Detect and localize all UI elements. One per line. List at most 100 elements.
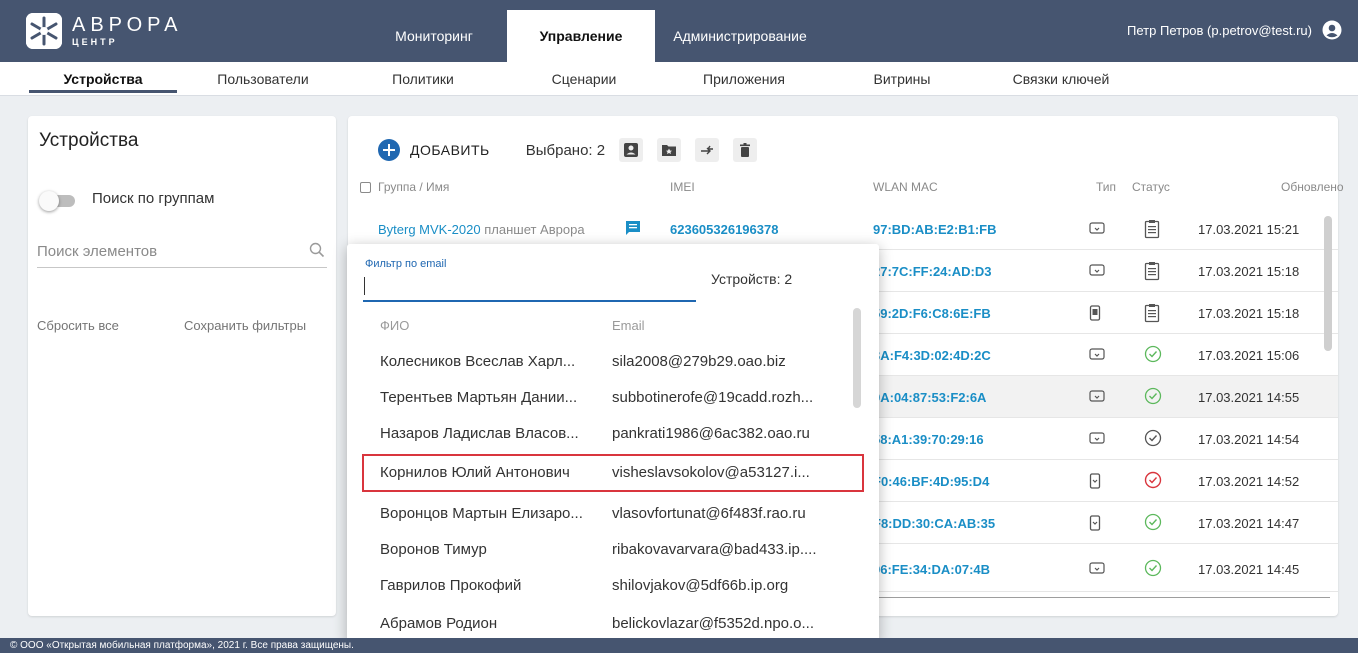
reset-all-link[interactable]: Сбросить все <box>37 318 119 333</box>
phone-icon <box>1089 305 1101 321</box>
tablet-icon <box>1089 432 1105 444</box>
text-caret <box>364 277 365 295</box>
selected-count: Выбрано: 2 <box>525 141 606 159</box>
account-box-icon[interactable] <box>619 138 644 162</box>
col-email[interactable]: Email <box>612 318 645 333</box>
user-email: shilovjakov@5df66b.ip.org <box>612 577 789 594</box>
col-type[interactable]: Тип <box>1096 180 1116 194</box>
logo-subtitle: ЦЕНТР <box>72 37 118 47</box>
swap-icon[interactable] <box>695 138 720 162</box>
user-menu[interactable]: Петр Петров (p.petrov@test.ru) <box>1127 20 1342 40</box>
mac-cell: 96:FE:34:DA:07:4B <box>873 562 991 577</box>
device-description: планшет Аврора <box>484 222 585 237</box>
logo[interactable]: АВРОРА ЦЕНТР <box>26 8 182 54</box>
add-button-label: ДОБАВИТЬ <box>410 142 490 158</box>
table-bottom-divider <box>868 597 1330 598</box>
subnav-policies[interactable]: Политики <box>383 62 463 96</box>
user-list-item[interactable]: Абрамов Родион belickovlazar@f5352d.npo.… <box>347 606 857 642</box>
updated-cell: 17.03.2021 14:52 <box>1198 474 1300 489</box>
account-circle-icon <box>1322 20 1342 40</box>
user-email: subbotinerofe@19cadd.rozh... <box>612 389 814 406</box>
save-filters-link[interactable]: Сохранить фильтры <box>184 318 306 333</box>
col-fio[interactable]: ФИО <box>380 318 409 333</box>
user-fio: Воронов Тимур <box>380 541 487 558</box>
user-fio: Назаров Ладислав Власов... <box>380 425 579 442</box>
folder-star-icon[interactable] <box>657 138 682 162</box>
updated-cell: 17.03.2021 15:18 <box>1198 306 1300 321</box>
search-icon[interactable] <box>309 242 325 258</box>
group-search-toggle[interactable] <box>39 191 77 211</box>
subnav-keychains[interactable]: Связки ключей <box>1001 62 1121 96</box>
user-fio: Корнилов Юлий Антонович <box>380 464 570 481</box>
subnav-users[interactable]: Пользователи <box>205 62 321 96</box>
top-bar: АВРОРА ЦЕНТР Мониторинг Управление Админ… <box>0 0 1358 62</box>
updated-cell: 17.03.2021 14:47 <box>1198 516 1300 531</box>
element-search-input[interactable] <box>37 236 287 266</box>
filter-panel: Устройства Поиск по группам Сбросить все… <box>28 116 336 616</box>
mac-cell: 27:7C:FF:24:AD:D3 <box>873 264 992 279</box>
email-filter-field <box>363 272 696 302</box>
aurora-logo-icon <box>26 13 62 49</box>
table-header: Группа / Имя IMEI WLAN MAC Тип Статус Об… <box>360 180 1344 200</box>
user-fio: Гаврилов Прокофий <box>380 577 522 594</box>
imei-cell[interactable]: 623605326196378 <box>670 222 778 237</box>
panel-title: Устройства <box>39 130 139 151</box>
device-name-cell[interactable]: Byterg MVK-2020 планшет Аврора <box>378 222 585 237</box>
delete-icon[interactable] <box>733 138 758 162</box>
user-email: visheslavsokolov@a53127.i... <box>612 464 810 481</box>
updated-cell: 17.03.2021 15:21 <box>1198 222 1300 237</box>
user-email: belickovlazar@f5352d.npo.o... <box>612 615 815 632</box>
user-list-item-selected[interactable]: Корнилов Юлий Антонович visheslavsokolov… <box>362 454 864 492</box>
subnav-devices[interactable]: Устройства <box>29 62 177 96</box>
tab-administration[interactable]: Администрирование <box>655 10 825 62</box>
add-circle-icon <box>378 139 400 161</box>
user-list-item[interactable]: Колесников Всеслав Харл... sila2008@279b… <box>347 344 857 380</box>
comment-icon[interactable] <box>624 219 642 237</box>
updated-cell: 17.03.2021 14:54 <box>1198 432 1300 447</box>
email-filter-popup: Фильтр по email Устройств: 2 ФИО Email К… <box>347 244 879 643</box>
error-circle-icon <box>1144 471 1162 489</box>
clipboard-icon <box>1144 220 1160 239</box>
col-updated[interactable]: Обновлено <box>1281 180 1344 194</box>
col-wlan-mac[interactable]: WLAN MAC <box>873 180 938 194</box>
tab-management[interactable]: Управление <box>507 10 655 62</box>
email-filter-label: Фильтр по email <box>365 258 447 270</box>
check-circle-icon <box>1144 559 1162 577</box>
email-filter-input[interactable] <box>363 272 693 298</box>
updated-cell: 17.03.2021 14:45 <box>1198 562 1300 577</box>
tablet-icon <box>1089 562 1105 574</box>
user-fio: Терентьев Мартьян Дании... <box>380 389 578 406</box>
check-circle-icon <box>1144 345 1162 363</box>
user-list-item[interactable]: Гаврилов Прокофий shilovjakov@5df66b.ip.… <box>347 568 857 604</box>
check-circle-icon <box>1144 513 1162 531</box>
user-list-item[interactable]: Терентьев Мартьян Дании... subbotinerofe… <box>347 380 857 416</box>
group-search-label: Поиск по группам <box>92 190 215 207</box>
element-search <box>37 236 327 268</box>
mac-cell: 97:BD:AB:E2:B1:FB <box>873 222 997 237</box>
mac-cell: 59:2D:F6:C8:6E:FB <box>873 306 991 321</box>
user-list-item[interactable]: Воронов Тимур ribakovavarvara@bad433.ip.… <box>347 532 857 568</box>
tab-monitoring[interactable]: Мониторинг <box>361 10 507 62</box>
toolbar: ДОБАВИТЬ Выбрано: 2 <box>378 136 758 164</box>
subnav-applications[interactable]: Приложения <box>689 62 799 96</box>
top-tabs: Мониторинг Управление Администрирование <box>361 10 825 62</box>
col-group-name[interactable]: Группа / Имя <box>378 180 449 194</box>
subnav-showcases[interactable]: Витрины <box>862 62 942 96</box>
mac-cell: 9A:04:87:53:F2:6A <box>873 390 987 405</box>
mac-cell: F0:46:BF:4D:95:D4 <box>873 474 990 489</box>
col-imei[interactable]: IMEI <box>670 180 695 194</box>
subnav-scenarios[interactable]: Сценарии <box>544 62 624 96</box>
table-scrollbar[interactable] <box>1324 216 1332 351</box>
phone-icon <box>1089 473 1101 489</box>
logo-title: АВРОРА <box>72 14 183 36</box>
user-list-item[interactable]: Назаров Ладислав Власов... pankrati1986@… <box>347 416 857 452</box>
add-button[interactable]: ДОБАВИТЬ <box>378 139 490 161</box>
user-list-item[interactable]: Воронцов Мартын Елизаро... vlasovfortuna… <box>347 496 857 532</box>
col-status[interactable]: Статус <box>1132 180 1170 194</box>
popup-scrollbar[interactable] <box>853 308 861 408</box>
tablet-icon <box>1089 390 1105 402</box>
user-email: ribakovavarvara@bad433.ip.... <box>612 541 817 558</box>
user-email: pankrati1986@6ac382.oao.ru <box>612 425 810 442</box>
select-all-checkbox[interactable] <box>360 182 371 193</box>
tablet-icon <box>1089 264 1105 276</box>
